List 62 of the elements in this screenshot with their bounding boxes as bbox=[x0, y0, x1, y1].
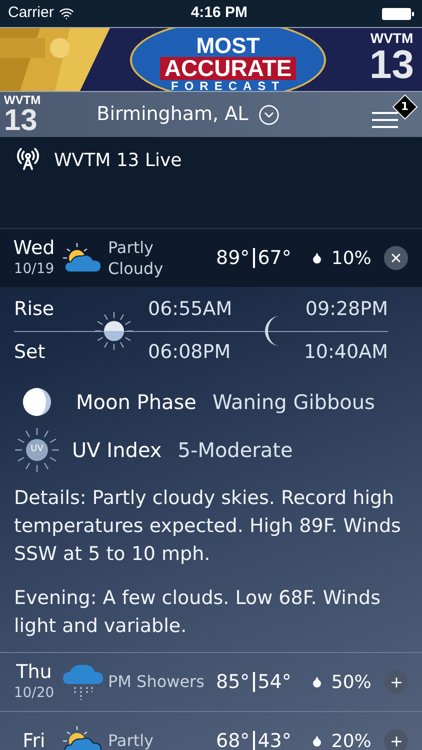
drop-icon bbox=[311, 252, 324, 264]
conditions-text: Partly bbox=[108, 730, 154, 750]
battery-icon bbox=[382, 6, 414, 20]
rain-cloud-icon bbox=[61, 662, 105, 702]
carrier-text: Carrier bbox=[8, 3, 54, 24]
precip-chance: 50% bbox=[331, 670, 372, 694]
forecast-text: Details: Partly cloudy skies. Record high temperatures expected. High 89F. Winds SSW at 5 to 10 mph. bbox=[14, 486, 402, 567]
moonset-time: 10:40AM bbox=[304, 340, 388, 364]
moonrise-time: 09:28PM bbox=[305, 297, 388, 322]
uv-index-value: 5-Moderate bbox=[178, 437, 293, 464]
expand-button[interactable] bbox=[384, 729, 408, 750]
day-row[interactable]: Fri Partly 68° 43° 20% bbox=[0, 712, 422, 750]
drop-icon bbox=[311, 735, 324, 747]
sunrise-time: 06:55AM bbox=[148, 297, 234, 322]
high-temp: 85° bbox=[216, 670, 250, 695]
location-selector[interactable]: Birmingham, AL bbox=[96, 100, 280, 129]
status-time: 4:16 PM bbox=[190, 3, 248, 24]
conditions-text: Cloudy bbox=[108, 258, 164, 279]
forecast-text: Evening: A few clouds. Low 68F. Winds light and variable. bbox=[14, 586, 382, 639]
low-temp: 67° bbox=[258, 246, 292, 271]
day-name: Fri bbox=[22, 730, 46, 750]
plus-icon bbox=[388, 734, 404, 748]
day-name: Thu bbox=[16, 660, 52, 682]
tower-icon bbox=[16, 147, 40, 171]
dropdown-icon bbox=[258, 104, 280, 126]
moon-phase-label: Moon Phase bbox=[76, 389, 196, 416]
live-label[interactable]: WVTM 13 Live bbox=[54, 147, 182, 174]
banner-subtitle: FORECAST bbox=[171, 80, 285, 91]
high-temp: 68° bbox=[216, 728, 250, 750]
plus-icon bbox=[388, 674, 404, 690]
menu-button[interactable] bbox=[372, 110, 398, 128]
uv-index-label: UV Index bbox=[72, 437, 162, 464]
precip-chance: 20% bbox=[331, 730, 372, 750]
collapse-button[interactable] bbox=[384, 246, 408, 270]
day-name: Wed bbox=[13, 236, 55, 258]
ad-banner[interactable]: MOST ACCURATE FORECAST WVTM 13 bbox=[0, 27, 422, 92]
set-label: Set bbox=[14, 340, 46, 364]
sunset-time: 06:08PM bbox=[148, 340, 232, 364]
station-logo-number: 13 bbox=[370, 45, 414, 85]
day-date: 10/19 bbox=[14, 260, 54, 278]
moon-phase-icon bbox=[22, 387, 52, 417]
expand-button[interactable] bbox=[384, 670, 408, 694]
day-row[interactable]: Thu 10/20 PM Showers 85° 54° 50% bbox=[0, 653, 422, 711]
station-logo-number: 13 bbox=[4, 106, 38, 136]
wifi-icon bbox=[58, 6, 74, 21]
station-logo-text: WVTM bbox=[370, 31, 414, 45]
banner-headline: MOST bbox=[196, 34, 260, 56]
low-temp: 54° bbox=[258, 670, 292, 695]
close-icon bbox=[389, 251, 403, 265]
conditions-text: PM Showers bbox=[108, 671, 206, 693]
moon-phase-value: Waning Gibbous bbox=[212, 389, 375, 416]
high-temp: 89° bbox=[216, 246, 250, 271]
day-row[interactable]: Wed 10/19 Partly Cloudy 89° 67° 10% bbox=[0, 229, 422, 287]
drop-icon bbox=[311, 676, 324, 688]
station-logo-text: WVTM bbox=[4, 94, 41, 106]
rise-label: Rise bbox=[14, 297, 56, 322]
banner-headline: ACCURATE bbox=[160, 56, 296, 80]
precip-chance: 10% bbox=[331, 246, 372, 270]
low-temp: 43° bbox=[258, 728, 292, 750]
conditions-text: Partly bbox=[108, 237, 154, 258]
day-date: 10/20 bbox=[14, 684, 54, 702]
notification-badge: 1 bbox=[392, 94, 418, 120]
